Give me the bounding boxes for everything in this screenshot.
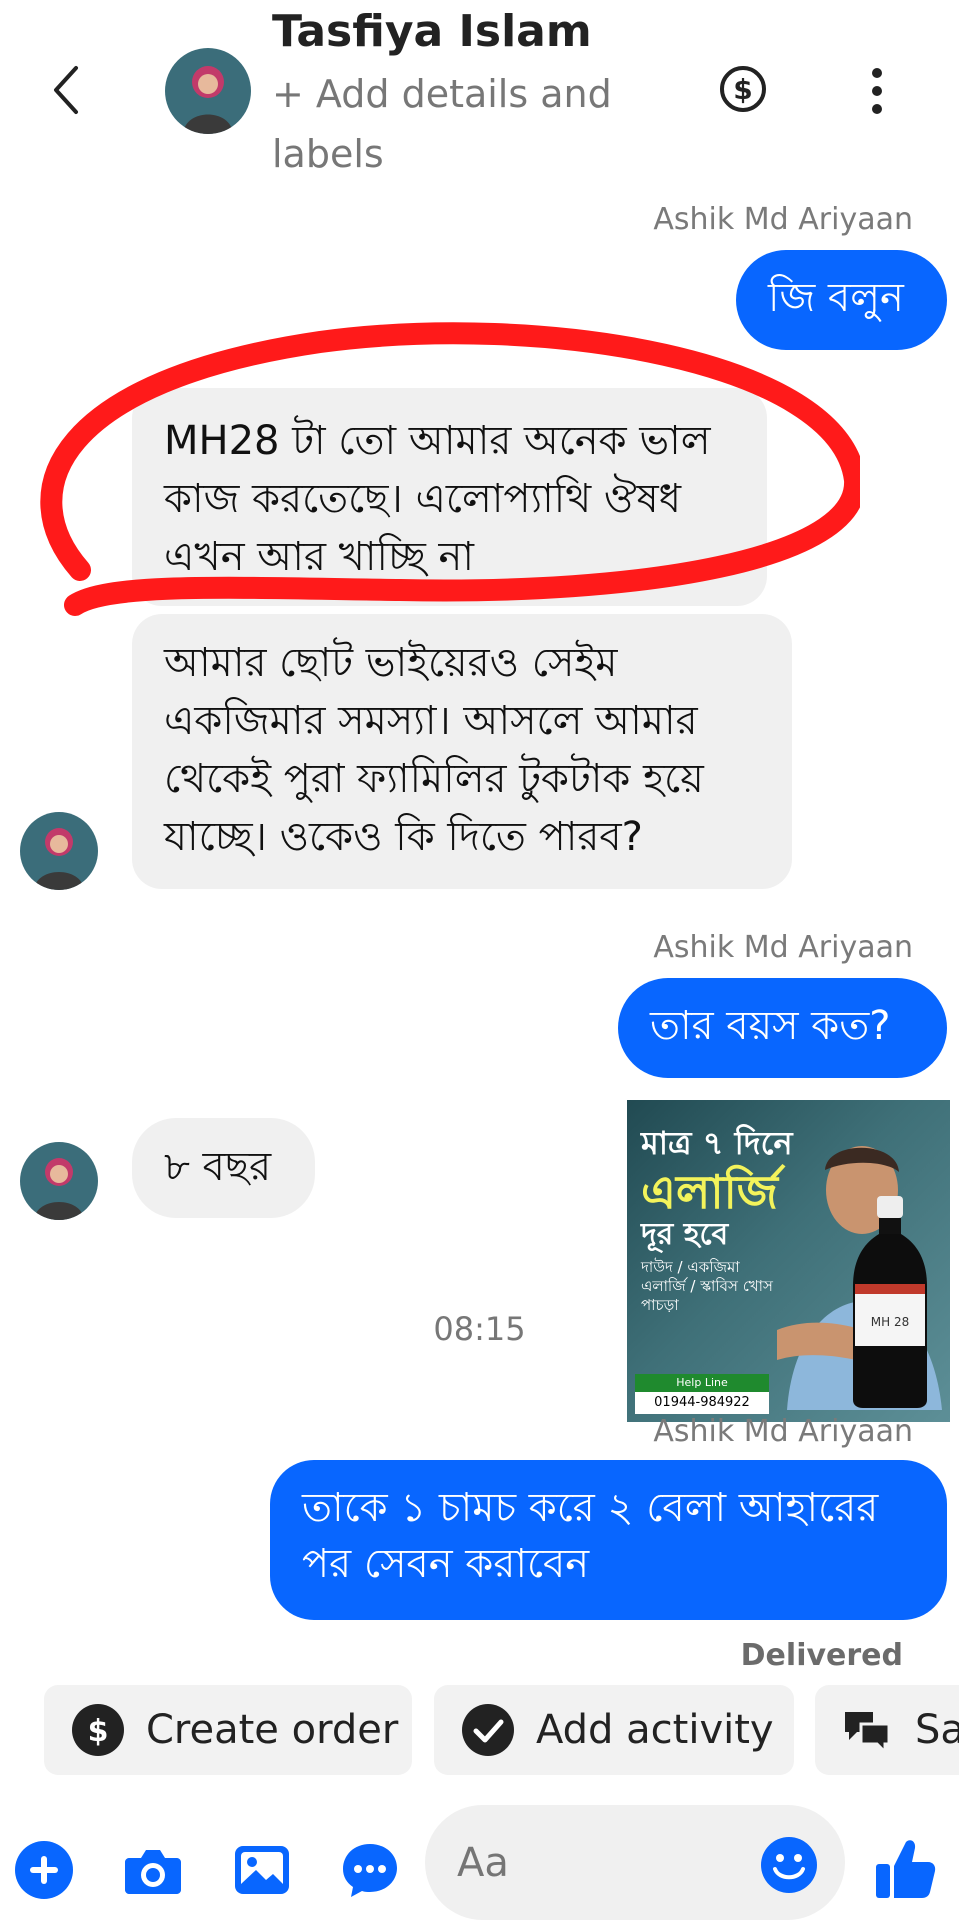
create-order-button[interactable]: $ Create order (44, 1685, 412, 1775)
add-activity-label: Add activity (536, 1707, 774, 1753)
message-bubble-outgoing[interactable]: তার বয়স কত? (618, 978, 947, 1078)
sender-name: Ashik Md Ariyaan (653, 202, 913, 237)
gallery-icon[interactable] (232, 1840, 292, 1900)
contact-avatar[interactable] (165, 48, 251, 134)
check-circle-icon (462, 1704, 514, 1756)
contact-name[interactable]: Tasfiya Islam (272, 6, 592, 57)
dollar-icon[interactable]: $ (718, 64, 768, 114)
chat-icon[interactable] (340, 1840, 400, 1900)
contact-avatar-small (20, 812, 98, 890)
ad-phone-number: 01944-984922 (635, 1392, 769, 1414)
ad-conditions: দাউদ / একজিমা এলার্জি / স্কাবিস খোস পাচড… (641, 1258, 773, 1314)
svg-text:$: $ (733, 73, 752, 106)
ad-helpline-label: Help Line (635, 1374, 769, 1392)
saved-replies-button[interactable]: Sa (815, 1685, 959, 1775)
chat-bubbles-icon (845, 1712, 891, 1756)
ad-subheadline: দূর হবে (641, 1217, 729, 1252)
add-details-link[interactable]: + Add details and labels (272, 64, 652, 184)
back-icon[interactable] (48, 60, 88, 120)
message-bubble-incoming[interactable]: ৮ বছর (132, 1118, 315, 1218)
timestamp: 08:15 (433, 1310, 526, 1348)
emoji-icon[interactable] (760, 1836, 818, 1894)
saved-replies-label: Sa (915, 1707, 959, 1753)
plus-icon[interactable] (14, 1840, 74, 1900)
camera-icon[interactable] (123, 1840, 183, 1900)
advertisement-image[interactable]: মাত্র ৭ দিনে এলার্জি দূর হবে দাউদ / একজি… (627, 1100, 950, 1422)
medicine-bottle-icon: MH 28 (853, 1196, 927, 1408)
message-bubble-outgoing[interactable]: তাকে ১ চামচ করে ২ বেলা আহারের পর সেবন কর… (270, 1460, 947, 1620)
dollar-icon: $ (72, 1704, 124, 1756)
delivery-status: Delivered (740, 1638, 903, 1673)
annotation-circle (40, 322, 860, 616)
contact-avatar-small (20, 1142, 98, 1220)
add-activity-button[interactable]: Add activity (434, 1685, 794, 1775)
svg-text:$: $ (88, 1714, 109, 1749)
message-bubble-incoming[interactable]: আমার ছোট ভাইয়েরও সেইম একজিমার সমস্যা। আ… (132, 614, 792, 889)
more-vertical-icon[interactable] (870, 66, 884, 116)
sender-name: Ashik Md Ariyaan (653, 930, 913, 965)
create-order-label: Create order (146, 1707, 399, 1753)
like-icon[interactable] (874, 1836, 936, 1900)
sender-name: Ashik Md Ariyaan (653, 1414, 913, 1449)
